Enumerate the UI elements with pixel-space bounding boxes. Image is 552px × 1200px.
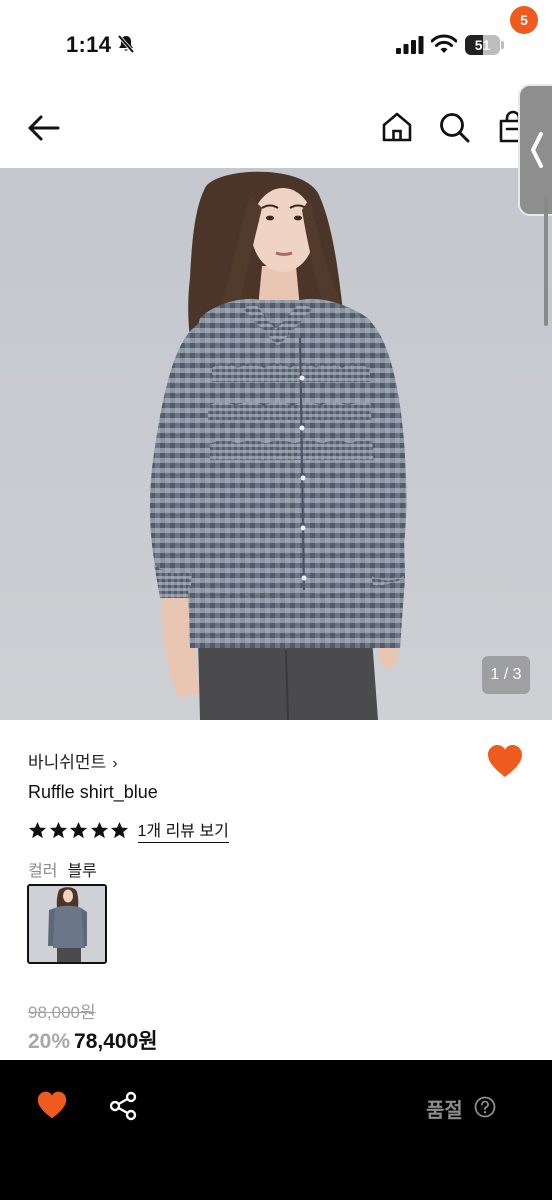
app-header [0,88,552,168]
color-option-row: 컬러 블루 [28,857,97,881]
help-icon[interactable] [474,1096,496,1118]
chevron-left-icon [531,132,543,168]
price-row: 20% 78,400원 [28,1025,158,1055]
color-value: 블루 [67,863,97,880]
product-name: Ruffle shirt_blue [28,782,158,802]
model-photo [150,171,407,720]
bottom-action-bar: 품절 [0,1060,552,1200]
color-swatch-blue[interactable] [27,884,107,964]
home-icon[interactable] [380,110,414,144]
heart-icon[interactable] [486,743,524,779]
star-icon [49,821,67,838]
bell-off-icon [117,34,135,54]
star-icon [28,821,47,838]
brand-name: 바니쉬먼트 [28,753,107,772]
scrollbar[interactable] [544,196,548,326]
rating-row: 1개 리뷰 보기 [28,817,229,843]
star-icon [110,821,129,838]
brand-link[interactable]: 바니쉬먼트 › [28,748,118,773]
discount-rate: 20% [28,1030,71,1053]
rating-stars [28,821,131,840]
cart-count-badge: 5 [510,6,538,34]
product-image[interactable] [0,168,552,720]
swatch-thumbnail [29,886,105,962]
signal-icon [396,36,424,54]
battery-icon: 51 [465,35,505,55]
status-time: 1:14 [66,32,112,57]
status-bar: 1:14 51 [0,0,552,88]
battery-level: 51 [474,37,491,53]
sold-out-label: 품절 [426,1100,463,1122]
wifi-icon [431,34,457,53]
star-icon [69,821,88,838]
sale-price: 78,400원 [74,1030,158,1053]
heart-icon[interactable] [36,1090,68,1120]
color-label: 컬러 [28,863,58,880]
image-counter: 1 / 3 [482,656,530,694]
back-arrow-icon[interactable] [26,110,62,146]
search-icon[interactable] [437,110,471,144]
star-icon [90,821,108,838]
share-icon[interactable] [108,1091,138,1121]
chevron-right-icon: › [112,755,118,772]
review-link[interactable]: 1개 리뷰 보기 [137,817,229,843]
original-price: 98,000원 [28,1003,96,1022]
